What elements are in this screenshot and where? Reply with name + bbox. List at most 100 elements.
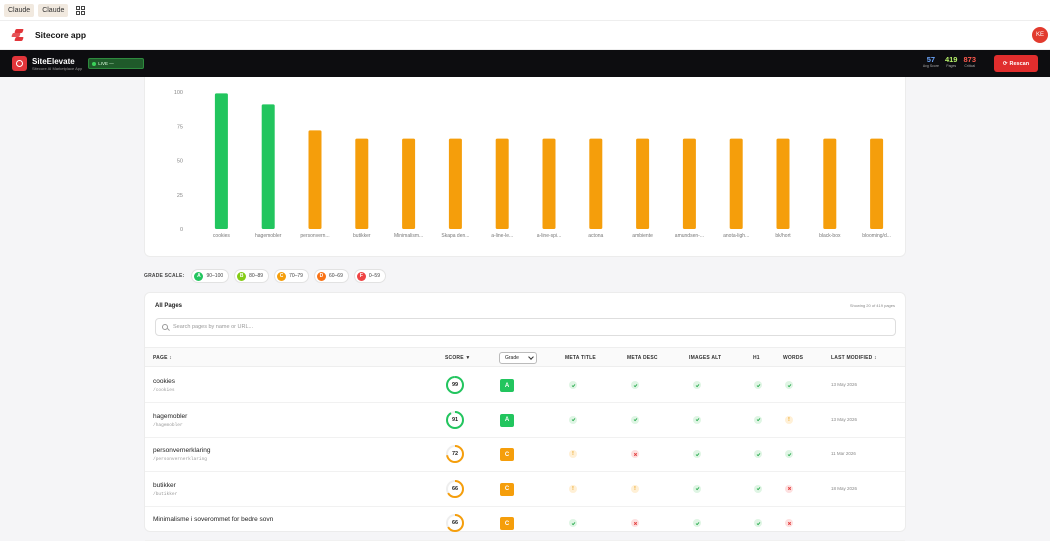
bar-12[interactable]	[776, 138, 790, 229]
search-icon	[162, 324, 168, 330]
browser-tabbar: Claude Claude	[0, 0, 1050, 21]
score-value: 99	[451, 382, 459, 388]
sort-modified-header[interactable]: LAST MODIFIED ↕	[831, 355, 877, 361]
apps-grid-icon[interactable]	[76, 5, 86, 15]
stat-avg-score: 57 Avg Score	[923, 55, 939, 69]
check-icon	[693, 484, 701, 493]
x-tick-label: hagemobler	[255, 233, 282, 239]
grade-pill-a: A 90–100	[191, 269, 230, 283]
bar-13[interactable]	[823, 138, 837, 229]
bar-5[interactable]	[448, 138, 462, 229]
all-pages-card: All Pages Showing 20 of 419 pages PAGE ↕…	[144, 292, 906, 541]
avatar[interactable]: KE	[1032, 27, 1048, 43]
grade-badge: A	[500, 413, 514, 427]
table-row[interactable]: personvernerklaring/personvernerklaring …	[145, 438, 905, 472]
browser-tab-1[interactable]: Claude	[4, 3, 35, 17]
check-icon	[785, 450, 793, 458]
bar-4[interactable]	[402, 138, 416, 229]
brand-subtitle: Sitecore AI Marketplace App	[32, 65, 83, 71]
h1-header: H1	[753, 355, 760, 361]
browser-tab-2[interactable]: Claude	[38, 3, 69, 17]
score-ring: 72	[445, 444, 465, 464]
bar-10[interactable]	[682, 138, 696, 229]
score-value: 72	[451, 451, 459, 457]
page-name[interactable]: cookies	[153, 378, 175, 385]
last-modified: 11 Mar 2026	[831, 451, 856, 456]
search-input[interactable]	[173, 324, 873, 330]
sitecore-logo-icon	[11, 29, 24, 41]
meta-title-header: META TITLE	[565, 355, 596, 361]
siteelevate-logo-icon	[12, 56, 27, 71]
y-tick-label: 75	[177, 124, 183, 130]
score-value: 66	[451, 520, 459, 526]
score-value: 91	[451, 416, 459, 423]
x-tick-label: cookies	[213, 233, 230, 239]
live-status-badge: LIVE —	[88, 58, 145, 69]
page-name[interactable]: personvernerklaring	[153, 447, 210, 454]
grade-dot: C	[277, 271, 287, 281]
score-chart-card: 0 25 50 75 100 cookies hagemobler personvern...…	[144, 77, 906, 257]
sort-score-header[interactable]: SCORE ▼	[445, 355, 471, 361]
score-ring: 91	[445, 410, 465, 430]
warning-icon: !	[569, 450, 577, 458]
grade-filter-select[interactable]: Grade	[499, 352, 537, 364]
y-tick-label: 50	[177, 159, 183, 165]
score-bar-chart: 0 25 50 75 100 cookies hagemobler personvern...…	[174, 90, 891, 239]
page-path: /personvernerklaring	[153, 457, 208, 462]
grade-dot: B	[237, 271, 247, 281]
bar-0[interactable]	[214, 93, 228, 230]
page-name[interactable]: hagemobler	[153, 413, 187, 420]
table-row[interactable]: butikker/butikker 66 C!! 18 May 2026	[145, 473, 905, 507]
grade-range: 0–59	[368, 273, 380, 279]
page-path: /butikker	[153, 491, 178, 497]
stat-value: 419	[944, 55, 958, 64]
warning-icon: !	[631, 484, 639, 493]
bar-3[interactable]	[355, 138, 369, 229]
page-name[interactable]: Minimalisme i soverommet for bedre sovn	[153, 516, 273, 523]
check-icon	[754, 484, 762, 493]
check-icon	[693, 415, 701, 424]
live-label: LIVE —	[98, 61, 114, 66]
check-icon	[754, 381, 762, 389]
bar-7[interactable]	[542, 138, 556, 229]
check-icon	[693, 450, 701, 458]
showing-count: Showing 20 of 419 pages	[849, 303, 895, 308]
site-toolbar: SiteElevate Sitecore AI Marketplace App …	[0, 50, 1050, 77]
bar-8[interactable]	[589, 138, 603, 229]
rescan-button[interactable]: ⟳ Rescan	[994, 55, 1038, 72]
sort-page-header[interactable]: PAGE ↕	[153, 355, 172, 361]
grade-pill-f: F 0–59	[353, 269, 386, 283]
x-tick-label: Skapa den...	[441, 233, 469, 239]
page-name[interactable]: butikker	[153, 482, 176, 489]
refresh-icon: ⟳	[1002, 60, 1008, 67]
grade-pill-c: C 70–79	[274, 269, 309, 283]
y-tick-label: 25	[177, 193, 183, 199]
bar-6[interactable]	[495, 138, 509, 229]
table-row[interactable]: Minimalisme i soverommet for bedre sovn …	[145, 507, 905, 541]
last-modified: 13 May 2026	[831, 382, 858, 387]
x-tick-label: butikker	[353, 233, 371, 239]
bar-11[interactable]	[729, 138, 743, 229]
app-title: Sitecore app	[35, 30, 87, 40]
check-icon	[569, 381, 577, 389]
stat-label: Pages	[946, 64, 957, 68]
table-row[interactable]: hagemobler/hagemobler 91 A! 13 May 2026	[145, 404, 905, 438]
grade-dot: F	[356, 271, 366, 281]
live-dot-icon	[92, 61, 97, 66]
x-tick-label: a-line-spi...	[537, 233, 561, 239]
brand-name: SiteElevate	[32, 56, 75, 66]
x-tick-label: bk/hort	[775, 233, 791, 239]
bar-1[interactable]	[261, 104, 275, 229]
x-tick-label: a-line-le...	[491, 233, 513, 239]
bar-9[interactable]	[636, 138, 650, 229]
last-modified: 18 May 2026	[831, 485, 858, 491]
stats-group: 57 Avg Score 419 Pages 873 Critical	[923, 55, 976, 69]
bar-14[interactable]	[870, 138, 884, 229]
x-tick-label: ambiente	[632, 233, 653, 239]
table-title: All Pages	[155, 303, 183, 309]
bar-2[interactable]	[308, 130, 322, 229]
stat-critical: 873 Critical	[963, 55, 976, 69]
table-row[interactable]: cookies/cookies 99 A 13 May 2026	[145, 369, 905, 403]
grade-scale-label: GRADE SCALE:	[144, 273, 185, 279]
page-path: /hagemobler	[153, 422, 183, 428]
